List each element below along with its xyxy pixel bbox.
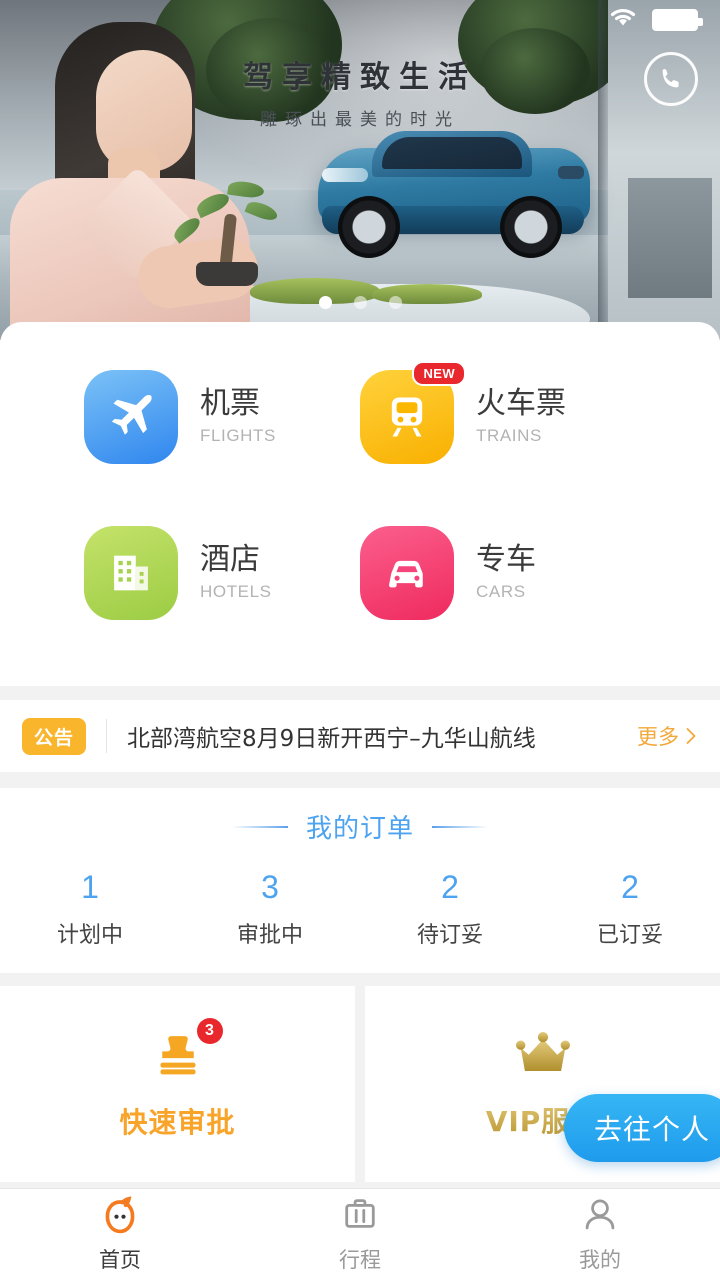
tab-label: 首页 bbox=[99, 1248, 141, 1272]
announcement-more-link[interactable]: 更多 bbox=[637, 721, 698, 751]
order-stat-label: 待订妥 bbox=[416, 923, 483, 948]
order-stat-count: 1 bbox=[81, 869, 99, 905]
order-stat-planning[interactable]: 1 计划中 bbox=[0, 871, 180, 949]
order-stat-label: 审批中 bbox=[236, 923, 303, 948]
order-stat-pending[interactable]: 2 待订妥 bbox=[360, 871, 540, 949]
person-icon bbox=[581, 1195, 619, 1237]
banner-subtitle: 雕琢出最美的时光 bbox=[260, 110, 460, 130]
suitcase-icon bbox=[341, 1195, 379, 1237]
service-label-en: TRAINS bbox=[476, 426, 542, 446]
service-label-group: 火车票 TRAINS bbox=[476, 385, 566, 446]
car-taillight bbox=[558, 166, 584, 179]
my-orders-title: 我的订单 bbox=[305, 814, 414, 844]
carousel-dots[interactable] bbox=[0, 296, 720, 309]
order-stat-approving[interactable]: 3 审批中 bbox=[180, 871, 360, 949]
service-label-en: CARS bbox=[476, 582, 526, 602]
tab-label: 行程 bbox=[339, 1248, 381, 1272]
train-icon[interactable]: NEW bbox=[360, 361, 466, 464]
service-item-cars[interactable]: 专车 CARS bbox=[360, 526, 636, 620]
service-item-flights[interactable]: 机票 FLIGHTS bbox=[84, 370, 360, 464]
my-orders-section: 我的订单 1 计划中 3 审批中 2 待订妥 2 已订妥 bbox=[0, 788, 720, 973]
service-label-group: 酒店 HOTELS bbox=[200, 541, 272, 602]
banner-title: 驾享精致生活 bbox=[243, 60, 477, 95]
banner-building-door bbox=[628, 178, 712, 298]
service-item-hotels[interactable]: 酒店 HOTELS bbox=[84, 526, 360, 620]
services-card: 机票 FLIGHTS NEW 火车票 TRAINS 酒店 HOTELS 专车 C… bbox=[0, 322, 720, 686]
car-wheel bbox=[500, 196, 562, 258]
airplane-icon[interactable] bbox=[84, 370, 178, 464]
status-bar bbox=[0, 0, 720, 40]
services-grid: 机票 FLIGHTS NEW 火车票 TRAINS 酒店 HOTELS 专车 C… bbox=[0, 361, 720, 620]
service-label-cn: 专车 bbox=[476, 541, 536, 577]
service-label-cn: 火车票 bbox=[476, 385, 566, 421]
announcement-text: 北部湾航空8月9日新开西宁–九华山航线 bbox=[127, 726, 536, 752]
announcement-bar[interactable]: 公告 北部湾航空8月9日新开西宁–九华山航线 更多 bbox=[0, 700, 720, 772]
car-window bbox=[382, 137, 522, 169]
service-label-group: 专车 CARS bbox=[476, 541, 536, 602]
carousel-dot-3[interactable] bbox=[388, 296, 402, 309]
carousel-dot-1[interactable] bbox=[318, 296, 332, 309]
order-stat-count: 2 bbox=[621, 869, 639, 905]
service-label-cn: 机票 bbox=[200, 385, 260, 421]
building-icon[interactable] bbox=[84, 526, 178, 620]
crown-icon bbox=[514, 1029, 572, 1086]
new-badge: NEW bbox=[412, 361, 466, 386]
tab-label: 我的 bbox=[579, 1248, 621, 1272]
approval-count-badge: 3 bbox=[196, 1017, 223, 1044]
feature-title: 快速审批 bbox=[119, 1105, 236, 1139]
service-label-en: HOTELS bbox=[200, 582, 272, 602]
car-icon[interactable] bbox=[360, 526, 454, 620]
home-mascot-icon bbox=[101, 1195, 139, 1237]
promo-banner[interactable]: 驾享精致生活 雕琢出最美的时光 bbox=[0, 0, 720, 340]
order-stat-label: 计划中 bbox=[56, 923, 123, 948]
call-support-button[interactable] bbox=[644, 52, 698, 106]
carousel-dot-2[interactable] bbox=[353, 296, 367, 309]
my-orders-header: 我的订单 bbox=[0, 808, 720, 845]
order-stat-label: 已订妥 bbox=[596, 923, 663, 948]
my-orders-stats: 1 计划中 3 审批中 2 待订妥 2 已订妥 bbox=[0, 871, 720, 949]
order-stat-count: 2 bbox=[441, 869, 459, 905]
announcement-badge: 公告 bbox=[22, 717, 87, 755]
stamp-icon: 3 bbox=[151, 1017, 223, 1087]
tab-profile[interactable]: 我的 bbox=[480, 1195, 720, 1274]
goto-profile-button[interactable]: 去往个人 bbox=[563, 1094, 720, 1162]
order-stat-booked[interactable]: 2 已订妥 bbox=[540, 871, 720, 949]
tab-home[interactable]: 首页 bbox=[0, 1195, 240, 1274]
phone-call-icon bbox=[662, 69, 679, 88]
bottom-tab-bar: 首页 行程 我的 bbox=[0, 1188, 720, 1280]
chevron-right-icon bbox=[686, 728, 696, 744]
car-wheel bbox=[338, 196, 400, 258]
header-rule-left bbox=[231, 825, 288, 828]
service-label-en: FLIGHTS bbox=[200, 426, 276, 446]
feature-card-quick-approval[interactable]: 3 快速审批 bbox=[0, 986, 355, 1182]
header-rule-right bbox=[432, 825, 488, 828]
service-label-group: 机票 FLIGHTS bbox=[200, 385, 276, 446]
order-stat-count: 3 bbox=[261, 869, 279, 905]
announcement-more-label: 更多 bbox=[637, 725, 679, 749]
tab-trips[interactable]: 行程 bbox=[240, 1195, 480, 1274]
wifi-icon bbox=[608, 6, 638, 35]
bonsai-pot bbox=[196, 262, 258, 286]
banner-copy: 驾享精致生活 雕琢出最美的时光 bbox=[0, 52, 720, 130]
battery-full-icon bbox=[652, 9, 703, 31]
service-item-trains[interactable]: NEW 火车票 TRAINS bbox=[360, 361, 636, 464]
service-label-cn: 酒店 bbox=[200, 541, 260, 577]
banner-building-edge bbox=[598, 0, 608, 340]
divider bbox=[106, 719, 108, 753]
car-headlight bbox=[322, 168, 368, 182]
